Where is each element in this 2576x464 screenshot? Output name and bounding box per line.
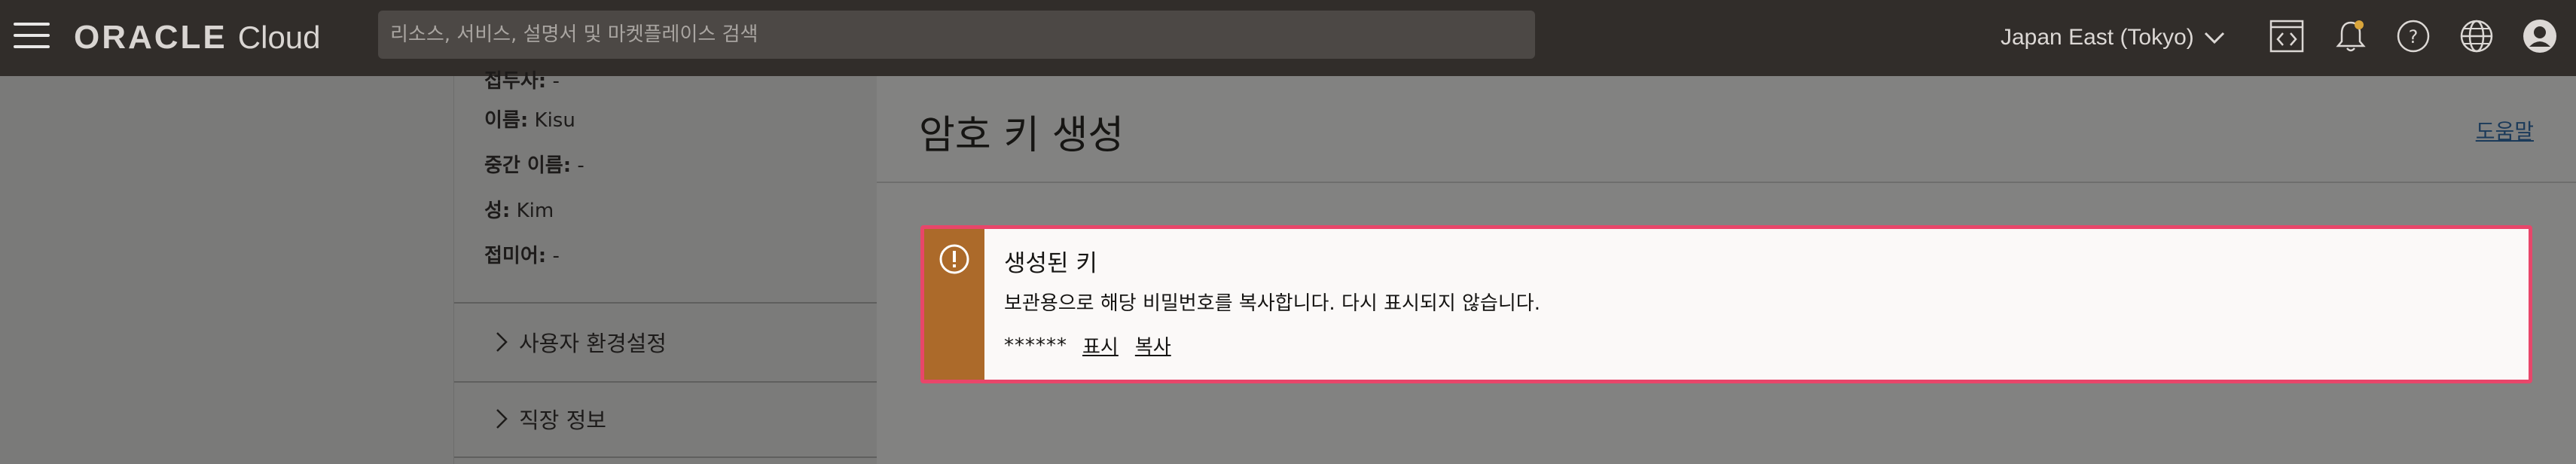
alert-title: 생성된 키 [1004, 250, 1097, 277]
warning-icon [939, 244, 969, 274]
prefix-value: - [552, 70, 560, 93]
prefix-label: 접두사: [484, 70, 547, 93]
help-icon[interactable]: ? [2394, 17, 2433, 56]
search-box[interactable] [378, 11, 1535, 59]
generate-secret-key-panel: 암호 키 생성 도움말 생성된 키 보관용으로 해당 비밀번호를 복사합니다. … [877, 76, 2576, 464]
bell-icon[interactable] [2331, 17, 2370, 56]
region-label: Japan East (Tokyo) [2001, 25, 2194, 50]
masked-key-value: ****** [1004, 334, 1067, 357]
globe-icon[interactable] [2457, 17, 2496, 56]
last-name-label: 성: [484, 200, 511, 222]
top-navigation-bar: ORACLE Cloud Japan East (Tokyo) ? [0, 0, 2576, 76]
last-name-row: 성: Kim [484, 195, 554, 223]
logo-brand: ORACLE [74, 19, 227, 56]
divider [454, 456, 877, 458]
suffix-value: - [552, 245, 560, 267]
first-name-label: 이름: [484, 109, 529, 132]
search-input[interactable] [390, 23, 1535, 46]
first-name-value: Kisu [534, 109, 575, 132]
chevron-right-icon [496, 332, 508, 352]
copy-key-link[interactable]: 복사 [1135, 331, 1171, 359]
middle-name-label: 중간 이름: [484, 154, 572, 177]
section-label: 직장 정보 [519, 408, 606, 433]
oracle-cloud-logo[interactable]: ORACLE Cloud [74, 17, 321, 59]
section-job-info[interactable]: 직장 정보 [493, 403, 606, 435]
chevron-down-icon [2204, 32, 2224, 44]
user-profile-column: 접두사: - 이름: Kisu 중간 이름: - 성: Kim 접미어: - 사… [453, 70, 877, 464]
alert-accent-bar [924, 229, 984, 380]
user-icon[interactable] [2520, 17, 2559, 56]
panel-header: 암호 키 생성 도움말 [877, 76, 2576, 183]
middle-name-value: - [577, 154, 584, 177]
logo-product: Cloud [237, 20, 321, 55]
panel-title: 암호 키 생성 [919, 113, 1125, 158]
section-label: 사용자 환경설정 [519, 331, 667, 356]
key-actions-row: ****** 표시 복사 [1004, 331, 1188, 359]
generated-key-alert: 생성된 키 보관용으로 해당 비밀번호를 복사합니다. 다시 표시되지 않습니다… [920, 225, 2532, 383]
prefix-row: 접두사: - [484, 66, 560, 93]
first-name-row: 이름: Kisu [484, 105, 575, 133]
menu-icon[interactable] [14, 23, 50, 48]
alert-message: 보관용으로 해당 비밀번호를 복사합니다. 다시 표시되지 않습니다. [1004, 292, 1540, 315]
help-link[interactable]: 도움말 [2476, 115, 2534, 145]
divider [454, 302, 877, 304]
chevron-right-icon [496, 409, 508, 429]
suffix-row: 접미어: - [484, 240, 560, 268]
svg-text:?: ? [2409, 26, 2419, 47]
left-navigation-area [0, 76, 453, 464]
region-selector[interactable]: Japan East (Tokyo) [2001, 18, 2226, 57]
divider [454, 381, 877, 383]
section-user-preferences[interactable]: 사용자 환경설정 [493, 326, 667, 358]
suffix-label: 접미어: [484, 245, 547, 267]
show-key-link[interactable]: 표시 [1082, 331, 1119, 359]
last-name-value: Kim [516, 200, 554, 222]
middle-name-row: 중간 이름: - [484, 150, 584, 178]
code-editor-icon[interactable] [2267, 17, 2306, 56]
